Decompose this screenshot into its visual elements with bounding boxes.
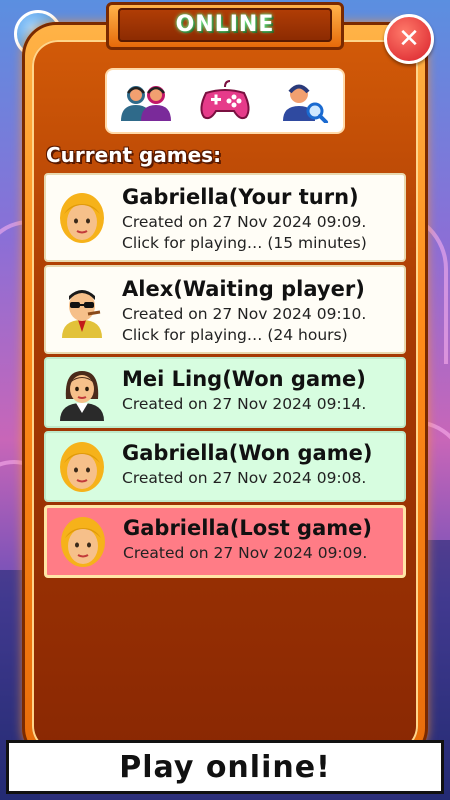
play-online-label: Play online! [119,749,331,785]
woman-dark-hair-avatar [60,370,104,421]
players-icon [121,86,172,121]
dialog-title: ONLINE [175,12,275,37]
game-created: Created on 27 Nov 2024 09:14. [122,395,367,413]
tab-games[interactable] [194,74,256,128]
game-created: Created on 27 Nov 2024 09:09. [122,213,367,231]
tab-players[interactable] [115,74,177,128]
gamepad-icon [200,80,250,120]
game-item[interactable]: Alex(Waiting player) Created on 27 Nov 2… [44,265,406,354]
game-list: Gabriella(Your turn) Created on 27 Nov 2… [44,173,406,581]
tab-bar [107,70,343,132]
game-title: Gabriella(Won game) [122,441,373,465]
game-created: Created on 27 Nov 2024 09:10. [122,305,367,323]
woman-blonde-avatar [61,516,105,567]
play-online-button[interactable]: Play online! [6,740,444,794]
section-title: Current games: [46,143,222,167]
game-item[interactable]: Mei Ling(Won game) Created on 27 Nov 202… [44,357,406,428]
woman-blonde-avatar [60,192,104,243]
game-item[interactable]: Gabriella(Lost game) Created on 27 Nov 2… [44,505,406,578]
game-created: Created on 27 Nov 2024 09:08. [122,469,367,487]
game-title: Gabriella(Lost game) [123,516,372,540]
game-created: Created on 27 Nov 2024 09:09. [123,544,368,562]
game-title: Mei Ling(Won game) [122,367,366,391]
game-title: Alex(Waiting player) [122,277,365,301]
tab-find-player[interactable] [273,74,335,128]
game-item[interactable]: Gabriella(Your turn) Created on 27 Nov 2… [44,173,406,262]
woman-blonde-avatar [60,441,104,492]
search-player-icon [282,84,328,123]
game-title: Gabriella(Your turn) [122,185,359,209]
close-button[interactable]: ✕ [384,14,434,64]
man-sunglasses-avatar [62,289,102,338]
game-info: Click for playing… (15 minutes) [122,234,367,252]
game-info: Click for playing… (24 hours) [122,326,348,344]
close-icon: ✕ [398,24,420,54]
game-item[interactable]: Gabriella(Won game) Created on 27 Nov 20… [44,431,406,502]
